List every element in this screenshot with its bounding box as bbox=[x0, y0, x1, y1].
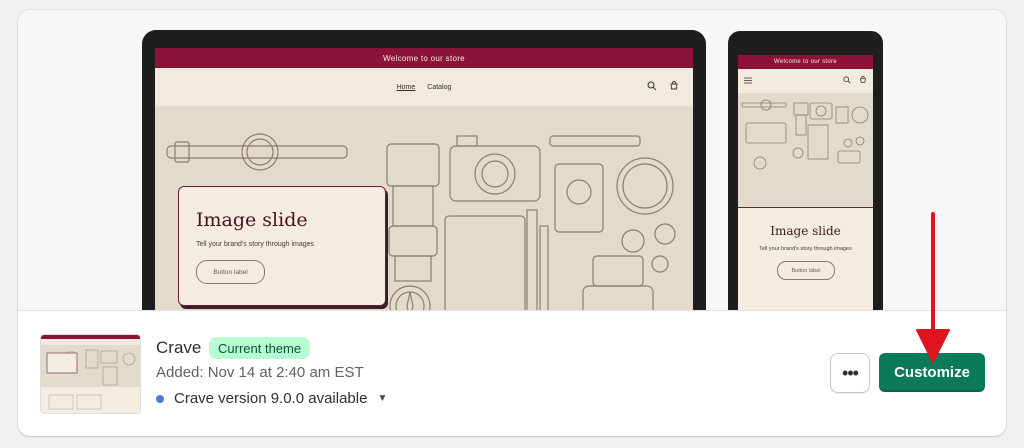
mobile-screen: Welcome to our store Image slide Tell yo… bbox=[738, 55, 873, 310]
theme-preview[interactable]: Welcome to our store Home Catalog Image … bbox=[18, 10, 1006, 311]
desktop-screen: Welcome to our store Home Catalog Image … bbox=[155, 48, 693, 310]
announcement-bar: Welcome to our store bbox=[155, 48, 693, 68]
current-theme-badge: Current theme bbox=[209, 337, 311, 359]
search-icon bbox=[647, 81, 657, 93]
mobile-slide-subtitle: Tell your brand's story through images bbox=[759, 246, 852, 252]
theme-info-bar: Crave Current theme Added: Nov 14 at 2:4… bbox=[18, 310, 1006, 436]
desktop-preview: Welcome to our store Home Catalog Image … bbox=[142, 30, 706, 310]
slide-title: Image slide bbox=[196, 209, 308, 231]
mobile-hero-illustration bbox=[738, 93, 873, 207]
slide-subtitle: Tell your brand's story through images bbox=[196, 241, 315, 248]
hero-slide-box: Image slide Tell your brand's story thro… bbox=[178, 186, 386, 306]
mobile-slide-content: Image slide Tell your brand's story thro… bbox=[738, 207, 873, 310]
slide-button: Button label bbox=[196, 260, 265, 284]
store-nav: Home Catalog bbox=[397, 84, 452, 91]
theme-name: Crave bbox=[156, 338, 202, 357]
theme-card: Welcome to our store Home Catalog Image … bbox=[18, 10, 1006, 436]
cart-icon bbox=[859, 76, 867, 86]
mobile-announcement-bar: Welcome to our store bbox=[738, 55, 873, 69]
customize-button[interactable]: Customize bbox=[879, 353, 985, 392]
menu-icon bbox=[744, 77, 752, 86]
cart-icon bbox=[669, 81, 679, 93]
hero-illustration: Image slide Tell your brand's story thro… bbox=[155, 106, 693, 310]
store-header: Home Catalog bbox=[155, 68, 693, 106]
theme-thumbnail[interactable] bbox=[40, 334, 141, 414]
search-icon bbox=[843, 76, 851, 86]
chevron-down-icon[interactable]: ▼ bbox=[377, 393, 387, 404]
more-actions-button[interactable]: ••• bbox=[830, 353, 870, 393]
more-horizontal-icon: ••• bbox=[842, 362, 859, 383]
mobile-store-header bbox=[738, 69, 873, 93]
theme-added-date: Added: Nov 14 at 2:40 am EST bbox=[156, 364, 364, 381]
nav-home: Home bbox=[396, 83, 416, 91]
version-text: Crave version 9.0.0 available bbox=[174, 390, 368, 407]
version-available[interactable]: Crave version 9.0.0 available ▼ bbox=[156, 390, 387, 407]
mobile-slide-title: Image slide bbox=[770, 224, 841, 238]
info-dot-icon bbox=[156, 394, 164, 403]
mobile-preview: Welcome to our store Image slide Tell yo… bbox=[728, 31, 883, 310]
mobile-slide-button: Button label bbox=[777, 261, 835, 280]
nav-catalog: Catalog bbox=[427, 83, 452, 91]
